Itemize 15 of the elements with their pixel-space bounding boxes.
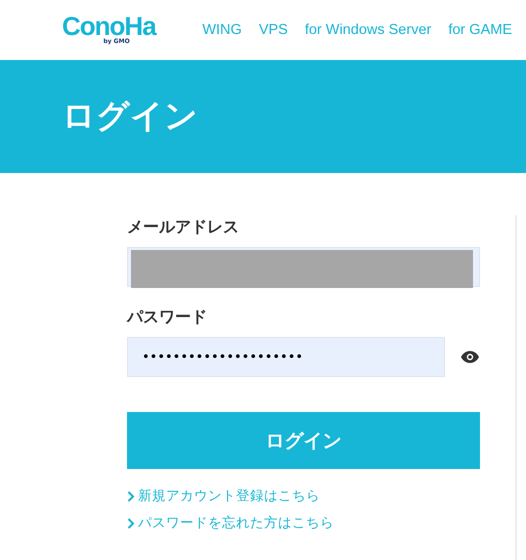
login-button[interactable]: ログイン: [127, 412, 480, 469]
nav-link[interactable]: for Windows Server: [304, 22, 432, 38]
text-link[interactable]: パスワードを忘れた方はこちら: [127, 514, 334, 532]
text-link[interactable]: 新規アカウント登録はこちら: [127, 487, 320, 505]
chevron-icon: [127, 490, 135, 502]
chevron-icon: [127, 518, 135, 528]
logo[interactable]: ConoHa: [62, 15, 156, 37]
nav-link[interactable]: WING: [202, 22, 242, 38]
field-label: パスワード: [127, 307, 208, 328]
password-field[interactable]: •••••••••••••••••••••: [127, 337, 445, 377]
nav-link[interactable]: VPS: [258, 22, 288, 38]
page-title: ログイン: [62, 95, 198, 137]
field-label: メールアドレス: [127, 217, 240, 238]
eye-icon[interactable]: [461, 351, 479, 363]
nav-link[interactable]: for GAME: [448, 22, 512, 38]
